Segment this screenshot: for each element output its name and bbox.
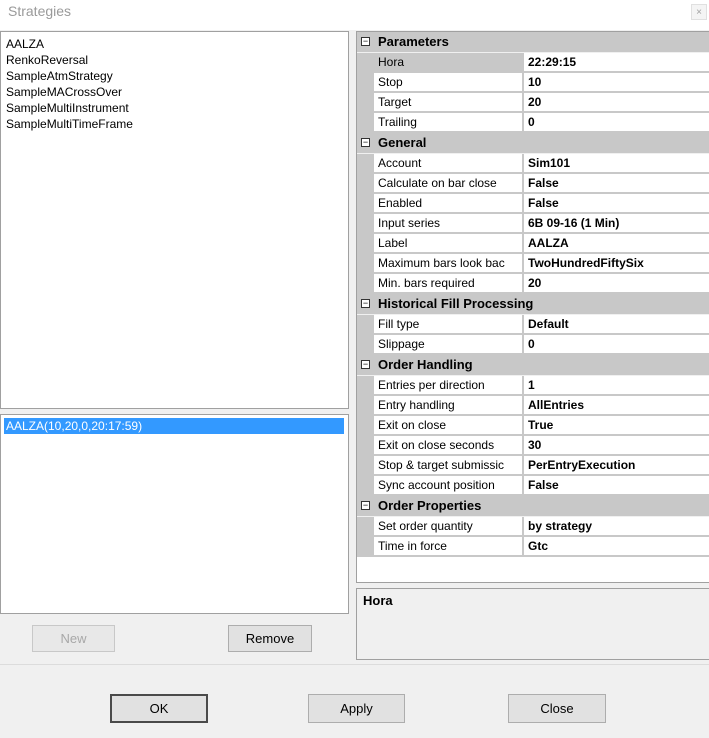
property-value[interactable]: AllEntries — [524, 396, 709, 415]
property-row-slippage[interactable]: Slippage 0 — [357, 335, 709, 355]
list-item-sample-atm-strategy[interactable]: SampleAtmStrategy — [1, 68, 348, 84]
collapse-icon[interactable]: − — [361, 501, 370, 510]
property-value[interactable]: TwoHundredFiftySix — [524, 254, 709, 273]
property-row-min-bars-required[interactable]: Min. bars required 20 — [357, 274, 709, 294]
category-label: Order Properties — [378, 498, 482, 513]
list-item-sample-multi-timeframe[interactable]: SampleMultiTimeFrame — [1, 116, 348, 132]
property-name: Exit on close — [374, 416, 523, 435]
property-value[interactable]: 1 — [524, 376, 709, 395]
category-label: General — [378, 135, 427, 150]
property-row-time-in-force[interactable]: Time in force Gtc — [357, 537, 709, 557]
property-name: Slippage — [374, 335, 523, 354]
category-order-properties[interactable]: − Order Properties — [357, 496, 709, 517]
property-value[interactable]: Sim101 — [524, 154, 709, 173]
property-value[interactable]: AALZA — [524, 234, 709, 253]
property-row-input-series[interactable]: Input series 6B 09-16 (1 Min) — [357, 214, 709, 234]
list-item-renko-reversal[interactable]: RenkoReversal — [1, 52, 348, 68]
property-row-trailing[interactable]: Trailing 0 — [357, 113, 709, 133]
property-name: Entry handling — [374, 396, 523, 415]
property-description-panel: Hora — [356, 588, 709, 660]
property-name: Trailing — [374, 113, 523, 132]
property-row-entries-per-direction[interactable]: Entries per direction 1 — [357, 376, 709, 396]
collapse-icon[interactable]: − — [361, 299, 370, 308]
collapse-icon[interactable]: − — [361, 360, 370, 369]
property-row-calculate-on-bar-close[interactable]: Calculate on bar close False — [357, 174, 709, 194]
property-name: Exit on close seconds — [374, 436, 523, 455]
configured-strategy-list[interactable]: AALZA(10,20,0,20:17:59) — [0, 414, 349, 614]
property-name: Input series — [374, 214, 523, 233]
property-value[interactable]: True — [524, 416, 709, 435]
property-name: Enabled — [374, 194, 523, 213]
category-parameters[interactable]: − Parameters — [357, 32, 709, 53]
description-title: Hora — [363, 593, 393, 608]
category-label: Parameters — [378, 34, 449, 49]
property-row-fill-type[interactable]: Fill type Default — [357, 315, 709, 335]
category-label: Order Handling — [378, 357, 473, 372]
property-name: Time in force — [374, 537, 523, 556]
property-name: Account — [374, 154, 523, 173]
property-name: Label — [374, 234, 523, 253]
property-value[interactable]: Gtc — [524, 537, 709, 556]
property-value[interactable]: PerEntryExecution — [524, 456, 709, 475]
property-value[interactable]: False — [524, 174, 709, 193]
property-value[interactable]: 0 — [524, 335, 709, 354]
property-row-entry-handling[interactable]: Entry handling AllEntries — [357, 396, 709, 416]
property-value[interactable]: 20 — [524, 93, 709, 112]
property-name: Target — [374, 93, 523, 112]
property-row-enabled[interactable]: Enabled False — [357, 194, 709, 214]
property-value[interactable]: False — [524, 194, 709, 213]
category-label: Historical Fill Processing — [378, 296, 534, 311]
property-row-exit-on-close-seconds[interactable]: Exit on close seconds 30 — [357, 436, 709, 456]
property-value[interactable]: 20 — [524, 274, 709, 293]
property-value[interactable]: 30 — [524, 436, 709, 455]
apply-button[interactable]: Apply — [308, 694, 405, 723]
property-row-label[interactable]: Label AALZA — [357, 234, 709, 254]
property-row-account[interactable]: Account Sim101 — [357, 154, 709, 174]
category-historical-fill-processing[interactable]: − Historical Fill Processing — [357, 294, 709, 315]
property-name: Sync account position — [374, 476, 523, 495]
strategy-list[interactable]: AALZA RenkoReversal SampleAtmStrategy Sa… — [0, 31, 349, 409]
property-row-stop[interactable]: Stop 10 — [357, 73, 709, 93]
property-value[interactable]: Default — [524, 315, 709, 334]
close-button[interactable]: Close — [508, 694, 606, 723]
property-name: Maximum bars look bac — [374, 254, 523, 273]
property-row-target[interactable]: Target 20 — [357, 93, 709, 113]
property-name: Entries per direction — [374, 376, 523, 395]
configured-strategy-item[interactable]: AALZA(10,20,0,20:17:59) — [4, 418, 344, 434]
category-order-handling[interactable]: − Order Handling — [357, 355, 709, 376]
property-name: Calculate on bar close — [374, 174, 523, 193]
property-row-hora[interactable]: Hora 22:29:15 — [357, 53, 709, 73]
close-icon[interactable]: × — [691, 4, 707, 20]
property-row-sync-account-position[interactable]: Sync account position False — [357, 476, 709, 496]
collapse-icon[interactable]: − — [361, 138, 370, 147]
collapse-icon[interactable]: − — [361, 37, 370, 46]
property-value[interactable]: 22:29:15 — [524, 53, 709, 72]
property-value[interactable]: 10 — [524, 73, 709, 92]
remove-button[interactable]: Remove — [228, 625, 312, 652]
property-grid: − Parameters Hora 22:29:15 Stop 10 Targe… — [356, 31, 709, 583]
list-item-sample-multi-instrument[interactable]: SampleMultiInstrument — [1, 100, 348, 116]
category-general[interactable]: − General — [357, 133, 709, 154]
property-name: Fill type — [374, 315, 523, 334]
property-row-stop-target-submission[interactable]: Stop & target submissic PerEntryExecutio… — [357, 456, 709, 476]
title-bar: Strategies × — [0, 0, 709, 30]
property-name: Stop & target submissic — [374, 456, 523, 475]
property-row-set-order-quantity[interactable]: Set order quantity by strategy — [357, 517, 709, 537]
property-name: Set order quantity — [374, 517, 523, 536]
window-title: Strategies — [8, 3, 72, 19]
property-value[interactable]: 6B 09-16 (1 Min) — [524, 214, 709, 233]
property-row-exit-on-close[interactable]: Exit on close True — [357, 416, 709, 436]
property-name: Hora — [374, 53, 523, 72]
property-value[interactable]: 0 — [524, 113, 709, 132]
property-name: Stop — [374, 73, 523, 92]
list-item-aalza[interactable]: AALZA — [1, 36, 348, 52]
list-item-sample-ma-crossover[interactable]: SampleMACrossOver — [1, 84, 348, 100]
ok-button[interactable]: OK — [110, 694, 208, 723]
property-name: Min. bars required — [374, 274, 523, 293]
property-value[interactable]: by strategy — [524, 517, 709, 536]
property-value[interactable]: False — [524, 476, 709, 495]
property-row-maximum-bars-look-back[interactable]: Maximum bars look bac TwoHundredFiftySix — [357, 254, 709, 274]
new-button[interactable]: New — [32, 625, 115, 652]
